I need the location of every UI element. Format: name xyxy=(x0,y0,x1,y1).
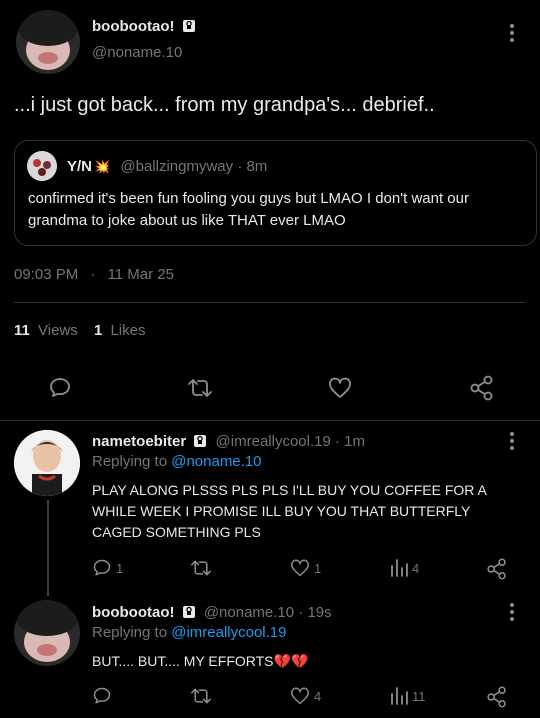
like-count: 4 xyxy=(314,689,322,704)
views-icon[interactable] xyxy=(390,558,408,578)
avatar[interactable] xyxy=(14,600,80,666)
reply-action-bar: 1 1 4 xyxy=(0,556,540,582)
timestamp-row: 09:03 PM · 11 Mar 25 xyxy=(14,266,174,283)
lock-icon xyxy=(182,20,195,32)
quote-text: confirmed it's been fun fooling you guys… xyxy=(28,190,469,229)
share-icon[interactable] xyxy=(469,375,495,401)
retweet-icon[interactable] xyxy=(190,686,212,706)
lock-icon xyxy=(194,435,207,447)
quote-time: · 8m xyxy=(237,158,268,175)
quote-card[interactable]: Y/N 💥 @ballzingmyway · 8m confirmed it's … xyxy=(14,140,537,246)
view-count: 4 xyxy=(412,561,420,576)
views-icon[interactable] xyxy=(390,686,408,706)
reply-icon[interactable] xyxy=(92,558,112,578)
likes-stat[interactable]: 1 Likes xyxy=(94,322,146,339)
share-icon[interactable] xyxy=(486,686,508,708)
replying-to: Replying to @imreallycool.19 xyxy=(92,624,287,641)
quote-emoji: 💥 xyxy=(94,159,111,174)
handle[interactable]: @noname.10 xyxy=(204,604,294,621)
share-icon[interactable] xyxy=(486,558,508,580)
avatar-image xyxy=(14,430,80,496)
post-time: 09:03 PM xyxy=(14,266,79,283)
author-row: boobootao! xyxy=(92,18,196,36)
display-name[interactable]: nametoebiter xyxy=(92,433,186,450)
view-count: 11 xyxy=(412,689,426,704)
quote-handle: @ballzingmyway xyxy=(120,158,234,175)
like-icon[interactable] xyxy=(290,559,310,577)
avatar[interactable] xyxy=(16,10,80,74)
replying-to-label: Replying to xyxy=(92,453,168,470)
views-stat[interactable]: 11 Views xyxy=(14,322,82,339)
more-options-icon[interactable] xyxy=(509,24,515,44)
reply-author-row: nametoebiter @imreallycool.19 · 1m xyxy=(92,433,365,450)
replying-to-handle[interactable]: @imreallycool.19 xyxy=(171,624,286,641)
reply-time: · 19s xyxy=(298,604,332,621)
avatar-image xyxy=(16,600,78,662)
replying-to: Replying to @noname.10 xyxy=(92,453,262,470)
reply-text: PLAY ALONG PLSSS PLS PLS I'LL BUY YOU CO… xyxy=(92,482,487,540)
replying-to-handle[interactable]: @noname.10 xyxy=(171,453,261,470)
avatar-image xyxy=(18,10,78,70)
date-separator: · xyxy=(90,266,96,283)
display-name[interactable]: boobootao! xyxy=(92,18,174,35)
quote-avatar xyxy=(27,151,57,181)
divider xyxy=(0,420,540,421)
likes-label: Likes xyxy=(110,322,146,339)
quote-author-row: Y/N 💥 @ballzingmyway · 8m xyxy=(67,158,267,175)
divider xyxy=(14,302,526,303)
reply-time: · 1m xyxy=(335,433,365,450)
handle[interactable]: @noname.10 xyxy=(92,44,182,61)
post-text: ...i just got back... from my grandpa's.… xyxy=(14,94,435,116)
reply-author-row: boobootao! @noname.10 · 19s xyxy=(92,604,332,621)
more-options-icon[interactable] xyxy=(509,432,515,452)
like-count: 1 xyxy=(314,561,322,576)
retweet-icon[interactable] xyxy=(190,558,212,578)
likes-count: 1 xyxy=(93,322,103,339)
views-count: 11 xyxy=(14,322,30,339)
handle[interactable]: @imreallycool.19 xyxy=(216,433,331,450)
quote-display-name: Y/N xyxy=(67,158,93,175)
like-icon[interactable] xyxy=(328,377,352,399)
stats-row: 11 Views 1 Likes xyxy=(14,322,146,339)
like-icon[interactable] xyxy=(290,687,310,705)
lock-icon xyxy=(182,606,195,618)
reply-action-bar: 4 11 xyxy=(0,684,540,710)
retweet-icon[interactable] xyxy=(187,376,213,400)
display-name[interactable]: boobootao! xyxy=(92,604,174,621)
more-options-icon[interactable] xyxy=(509,603,515,623)
post-date: 11 Mar 25 xyxy=(107,266,174,283)
avatar[interactable] xyxy=(14,430,80,496)
action-bar xyxy=(0,374,540,404)
reply-icon[interactable] xyxy=(48,376,72,400)
reply-icon[interactable] xyxy=(92,686,112,706)
reply-count: 1 xyxy=(116,561,124,576)
reply-text: BUT.... BUT.... MY EFFORTS💔💔 xyxy=(92,653,309,669)
views-label: Views xyxy=(38,322,78,339)
replying-to-label: Replying to xyxy=(92,624,168,641)
